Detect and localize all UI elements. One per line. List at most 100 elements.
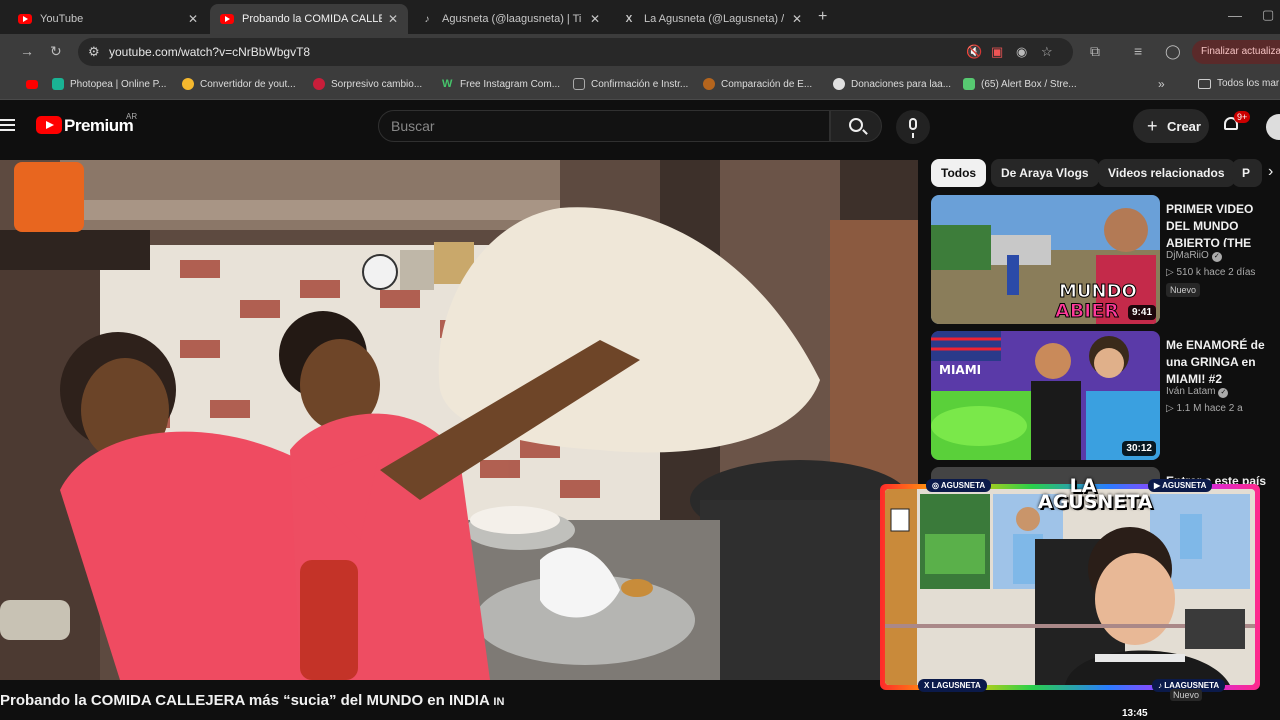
close-icon[interactable]: ✕ — [792, 12, 802, 26]
youtube-masthead: Premium AR + Crear 9+ — [0, 101, 1280, 149]
bookmark-star-icon[interactable]: ☆ — [1041, 44, 1053, 60]
x-handle-tag: X LAGUSNETA — [918, 679, 987, 692]
site-info-icon[interactable]: ⚙ — [88, 44, 100, 60]
related-video-item[interactable]: MIAMI 30:12 Me ENAMORÉ de una GRINGA en … — [931, 331, 1280, 461]
country-code: AR — [126, 112, 138, 121]
search-icon — [849, 118, 863, 132]
tab-tiktok[interactable]: ♪ Agusneta (@laagusneta) | TikTok ✕ — [410, 4, 610, 34]
instagram-tool-icon: W — [442, 78, 453, 90]
tab-title: La Agusneta (@Lagusneta) / X — [644, 13, 784, 25]
news-icon — [313, 78, 325, 90]
youtube-icon — [220, 12, 234, 26]
close-icon[interactable]: ✕ — [388, 12, 398, 26]
channel-name[interactable]: DjMaRiiO ✓ — [1166, 250, 1222, 262]
minimize-icon[interactable]: — — [1228, 7, 1242, 23]
tab-title: Agusneta (@laagusneta) | TikTok — [442, 13, 582, 25]
thumbnail-image: MUNDO ABIER — [931, 195, 1160, 324]
new-tab-button[interactable]: + — [818, 8, 827, 26]
bookmark-item[interactable]: (65) Alert Box / Stre... — [963, 78, 1077, 90]
bookmark-item[interactable]: Confirmación e Instr... — [573, 78, 688, 90]
forward-icon[interactable]: → — [20, 43, 34, 59]
instagram-handle: AGUSNETA — [940, 481, 986, 490]
avatar[interactable] — [1266, 114, 1280, 140]
x-handle: LAGUSNETA — [931, 681, 981, 690]
bookmark-item[interactable]: W Free Instagram Com... — [442, 78, 560, 90]
bookmark-item[interactable]: Comparación de E... — [703, 78, 812, 90]
related-video-title[interactable]: PRIMER VIDEO DEL MUNDO ABIERTO (THE GROU… — [1166, 201, 1280, 247]
duration-badge: 9:41 — [1127, 305, 1156, 320]
bookmark-youtube[interactable] — [26, 78, 44, 89]
streamer-webcam-overlay: LA AGUSNETA ◎ AGUSNETA ▶ AGUSNETA X LAGU… — [880, 475, 1260, 692]
youtube-logo-icon[interactable] — [36, 116, 62, 134]
chip-todos[interactable]: Todos — [931, 159, 987, 187]
upload-age: hace 2 a — [1204, 403, 1243, 414]
x-icon: X — [625, 13, 633, 25]
bookmark-item[interactable]: Convertidor de yout... — [182, 78, 296, 90]
video-player[interactable] — [0, 160, 918, 680]
all-bookmarks-folder[interactable]: Todos los mar — [1198, 78, 1279, 89]
channel-logo-text: LA AGUSNETA — [1038, 475, 1153, 513]
tab-youtube[interactable]: YouTube ✕ — [8, 4, 208, 34]
browser-toolbar: → ↻ ⚙ youtube.com/watch?v=cNrBbWbgvT8 🔇 … — [0, 34, 1280, 70]
video-frame — [0, 160, 918, 680]
reading-list-icon[interactable]: ≡ — [1134, 43, 1142, 59]
cast-icon[interactable]: ▣ — [991, 44, 1003, 60]
related-video-title[interactable]: Me ENAMORÉ de una GRINGA en MIAMI! #2 — [1166, 337, 1280, 383]
video-meta: ▷ 1.1 M hace 2 a — [1166, 403, 1243, 414]
channel-name-text: Iván Latam — [1166, 386, 1216, 397]
bookmark-item[interactable]: Photopea | Online P... — [52, 78, 166, 90]
youtube-icon — [18, 12, 32, 26]
channel-name-text: DjMaRiiO — [1166, 250, 1209, 261]
tiktok-icon: ♪ — [424, 13, 430, 25]
new-badge: Nuevo — [1170, 689, 1203, 701]
maximize-icon[interactable]: ▢ — [1262, 7, 1274, 23]
chip-de-araya-vlogs[interactable]: De Araya Vlogs — [991, 159, 1099, 187]
reload-icon[interactable]: ↻ — [50, 43, 62, 60]
search-button[interactable] — [830, 110, 882, 142]
extensions-icon[interactable]: ⧉ — [1090, 43, 1100, 60]
profile-icon[interactable]: ◯ — [1165, 43, 1181, 60]
update-button[interactable]: Finalizar actualiza — [1192, 40, 1280, 64]
create-label: Crear — [1167, 119, 1201, 134]
view-count: 510 k — [1176, 267, 1201, 278]
bookmark-label: Donaciones para laa... — [851, 78, 952, 90]
bookmark-item[interactable]: Sorpresivo cambio... — [313, 78, 422, 90]
folder-label: Todos los mar — [1217, 78, 1280, 89]
channel-name[interactable]: Iván Latam ✓ — [1166, 386, 1229, 398]
bookmarks-bar: Photopea | Online P... Convertidor de yo… — [0, 70, 1280, 100]
video-thumbnail[interactable]: MIAMI 30:12 — [931, 331, 1160, 460]
webcam-video — [885, 489, 1255, 685]
related-video-item[interactable]: MUNDO ABIER 9:41 PRIMER VIDEO DEL MUNDO … — [931, 195, 1280, 325]
close-icon[interactable]: ✕ — [188, 12, 198, 26]
plus-icon: + — [1147, 116, 1158, 136]
converter-icon — [182, 78, 194, 90]
chip-videos-relacionados[interactable]: Videos relacionados — [1098, 159, 1235, 187]
search-input[interactable] — [391, 118, 811, 134]
bookmark-item[interactable]: Donaciones para laa... — [833, 78, 951, 90]
create-button[interactable]: + Crear — [1133, 109, 1209, 143]
bookmark-label: Convertidor de yout... — [200, 78, 296, 90]
duration-badge: 30:12 — [1122, 441, 1156, 456]
tab-active-video[interactable]: Probando la COMIDA CALLEJERA ✕ — [210, 4, 408, 34]
close-icon[interactable]: ✕ — [590, 12, 600, 26]
new-badge: Nuevo — [1166, 283, 1201, 297]
youtube-handle-tag: ▶ AGUSNETA — [1148, 479, 1213, 492]
voice-search-button[interactable] — [896, 110, 930, 144]
chevron-right-icon[interactable]: › — [1268, 163, 1273, 181]
url-text[interactable]: youtube.com/watch?v=cNrBbWbgvT8 — [109, 45, 310, 59]
hamburger-menu-icon[interactable] — [0, 119, 15, 131]
instagram-handle-tag: ◎ AGUSNETA — [926, 479, 992, 492]
india-flag-icon: IN — [493, 696, 505, 708]
address-bar[interactable]: ⚙ youtube.com/watch?v=cNrBbWbgvT8 🔇 ▣ ◉ … — [78, 38, 1073, 66]
youtube-logo-text[interactable]: Premium — [64, 116, 134, 136]
tab-x[interactable]: X La Agusneta (@Lagusneta) / X ✕ — [612, 4, 812, 34]
tab-title: YouTube — [40, 13, 84, 25]
bookmarks-overflow-button[interactable]: » — [1158, 77, 1165, 91]
chip-more[interactable]: P — [1232, 159, 1262, 187]
hide-eye-icon[interactable]: ◉ — [1016, 44, 1027, 60]
notifications-button[interactable]: 9+ — [1220, 111, 1251, 141]
video-thumbnail[interactable]: MUNDO ABIER 9:41 — [931, 195, 1160, 324]
svg-text:ABIER: ABIER — [1055, 300, 1119, 322]
browser-tab-strip: YouTube ✕ Probando la COMIDA CALLEJERA ✕… — [0, 0, 1280, 34]
mute-icon[interactable]: 🔇 — [966, 44, 982, 60]
